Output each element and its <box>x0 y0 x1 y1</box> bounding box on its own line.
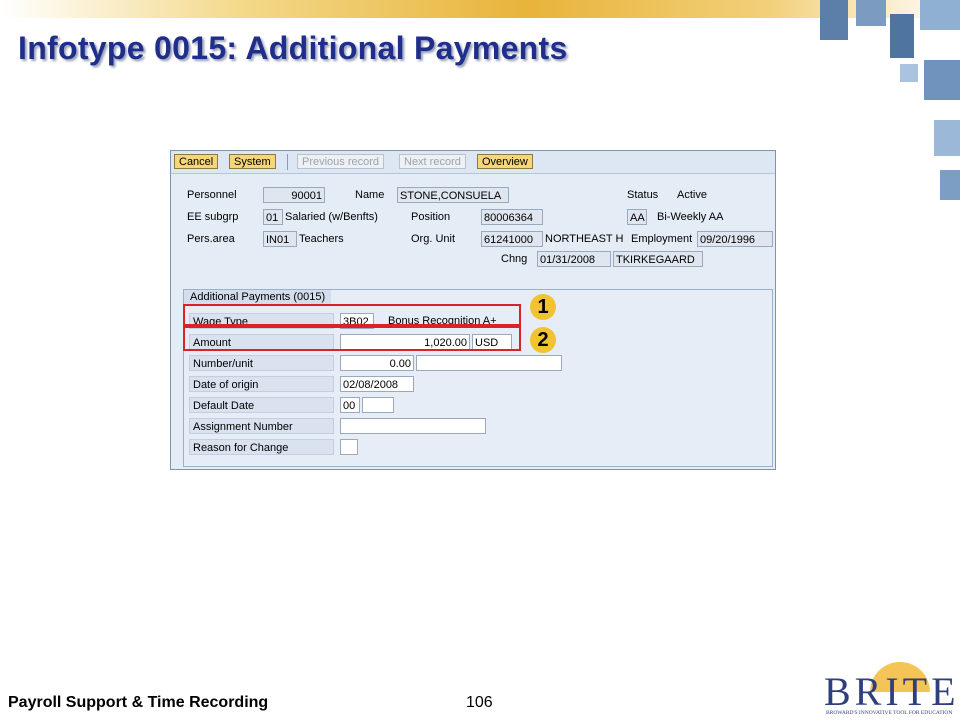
toolbar-separator <box>287 154 288 170</box>
decorative-block <box>924 60 960 100</box>
default-date-label: Default Date <box>189 397 334 413</box>
decorative-block <box>920 0 960 30</box>
unit-input[interactable] <box>416 355 562 371</box>
reason-for-change-input[interactable] <box>340 439 358 455</box>
step-marker-2: 2 <box>530 327 556 353</box>
personnel-area-label: Pers.area <box>187 233 235 245</box>
employee-name-field: STONE,CONSUELA <box>397 187 509 203</box>
top-gradient-bar <box>0 0 960 18</box>
next-record-button[interactable]: Next record <box>399 154 466 169</box>
ee-subgroup-text: Salaried (w/Benfts) <box>285 211 378 223</box>
position-field: 80006364 <box>481 209 543 225</box>
amount-highlight-box <box>183 326 521 351</box>
overview-button[interactable]: Overview <box>477 154 533 169</box>
default-date-input[interactable]: 00 <box>340 397 360 413</box>
payroll-area-text: Bi-Weekly AA <box>657 211 724 223</box>
name-label: Name <box>355 189 385 201</box>
employment-date-field: 09/20/1996 <box>697 231 773 247</box>
change-label: Chng <box>501 253 528 265</box>
date-of-origin-input[interactable]: 02/08/2008 <box>340 376 414 392</box>
sap-toolbar: Cancel System Previous record Next recor… <box>171 151 775 174</box>
number-unit-input[interactable]: 0.00 <box>340 355 414 371</box>
system-menu-button[interactable]: System <box>229 154 276 169</box>
status-label: Status <box>627 189 659 201</box>
personnel-label: Personnel <box>187 189 237 201</box>
date-of-origin-label: Date of origin <box>189 376 334 392</box>
assignment-number-input[interactable] <box>340 418 486 434</box>
ee-subgroup-code-field: 01 <box>263 209 283 225</box>
reason-for-change-label: Reason for Change <box>189 439 334 455</box>
personnel-area-text: Teachers <box>299 233 344 245</box>
previous-record-button[interactable]: Previous record <box>297 154 385 169</box>
wage-type-highlight-box <box>183 304 521 326</box>
status-value: Active <box>677 189 707 201</box>
assignment-number-label: Assignment Number <box>189 418 334 434</box>
decorative-block <box>820 0 848 40</box>
org-unit-text: NORTHEAST H <box>545 233 624 245</box>
decorative-block <box>856 0 886 26</box>
page-number: 106 <box>466 694 493 711</box>
changed-by-field: TKIRKEGAARD <box>613 251 703 267</box>
personnel-area-code-field: IN01 <box>263 231 297 247</box>
brite-logo: BRITE BROWARD'S INNOVATIVE TOOL FOR EDUC… <box>820 662 956 718</box>
decorative-block <box>900 64 918 82</box>
org-unit-label: Org. Unit <box>411 233 456 245</box>
personnel-number-field: 90001 <box>263 187 325 203</box>
logo-subtitle: BROWARD'S INNOVATIVE TOOL FOR EDUCATION <box>826 710 953 716</box>
cancel-button[interactable]: Cancel <box>174 154 219 169</box>
decorative-block <box>934 120 960 156</box>
payroll-area-code-field: AA <box>627 209 647 225</box>
position-label: Position <box>411 211 451 223</box>
slide-title: Infotype 0015: Additional Payments <box>18 30 568 66</box>
group-title: Additional Payments (0015) <box>184 290 332 304</box>
change-date-field: 01/31/2008 <box>537 251 611 267</box>
logo-text: BRITE <box>824 669 960 714</box>
decorative-block <box>890 14 914 58</box>
employment-label: Employment <box>631 233 693 245</box>
org-unit-field: 61241000 <box>481 231 543 247</box>
number-unit-label: Number/unit <box>189 355 334 371</box>
footer-title: Payroll Support & Time Recording <box>8 694 269 711</box>
step-marker-1: 1 <box>530 294 556 320</box>
default-date-extra-input[interactable] <box>362 397 394 413</box>
ee-subgroup-label: EE subgrp <box>187 211 239 223</box>
decorative-block <box>940 170 960 200</box>
